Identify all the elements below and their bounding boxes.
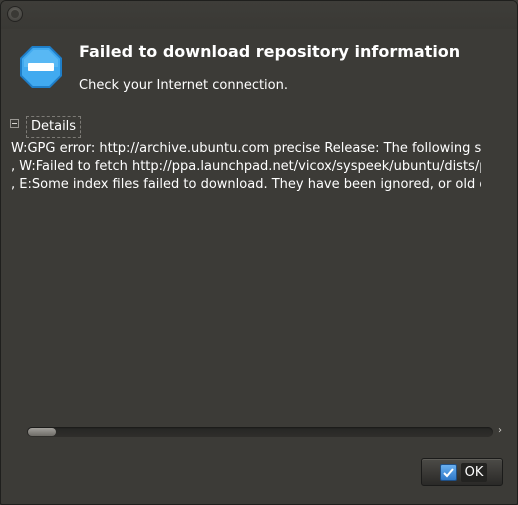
- scroll-right-arrow-icon[interactable]: ›: [498, 425, 502, 437]
- window-titlebar: [1, 1, 517, 29]
- error-dialog: Failed to download repository informatio…: [0, 0, 518, 505]
- details-expander[interactable]: Details: [26, 116, 82, 138]
- details-line: W:GPG error: http://archive.ubuntu.com p…: [11, 141, 481, 156]
- details-text-view[interactable]: W:GPG error: http://archive.ubuntu.com p…: [11, 140, 481, 200]
- checkmark-icon: [440, 464, 457, 481]
- window-close-icon[interactable]: [7, 6, 23, 22]
- horizontal-scrollbar[interactable]: [27, 427, 493, 437]
- ok-button-label: OK: [461, 463, 487, 482]
- ok-button[interactable]: OK: [421, 458, 503, 486]
- error-stop-icon: [20, 46, 62, 88]
- dialog-title: Failed to download repository informatio…: [79, 42, 461, 61]
- dialog-message: Check your Internet connection.: [79, 78, 288, 93]
- details-line: , W:Failed to fetch http://ppa.launchpad…: [11, 159, 481, 174]
- details-line: , E:Some index files failed to download.…: [11, 177, 481, 192]
- collapse-icon[interactable]: [10, 119, 19, 128]
- scrollbar-thumb[interactable]: [28, 428, 56, 436]
